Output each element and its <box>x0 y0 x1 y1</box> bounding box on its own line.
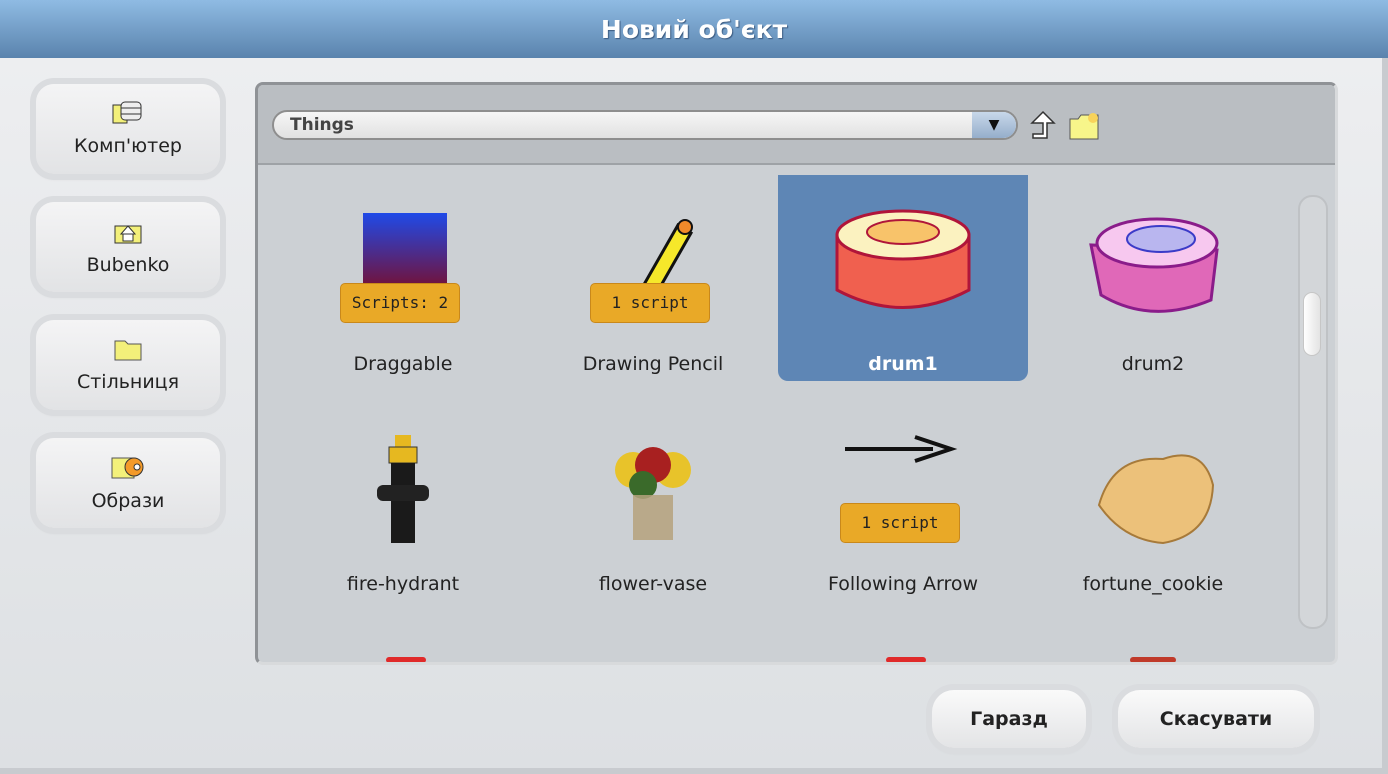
partial-thumbnail <box>1130 657 1176 662</box>
folder-select[interactable]: Things ▼ <box>272 110 1018 140</box>
sprite-label: Draggable <box>353 353 453 375</box>
sprite-item-draggable[interactable]: Scripts: 2 Draggable <box>278 175 528 381</box>
dialog-title-bar: Новий об'єкт <box>0 0 1388 58</box>
parent-folder-icon[interactable] <box>1030 110 1056 142</box>
sidebar-item-label: Bubenko <box>86 254 170 276</box>
folder-icon <box>114 340 142 361</box>
sprite-label: fortune_cookie <box>1082 573 1224 595</box>
arrow-thumbnail <box>845 435 958 463</box>
scripts-badge: 1 script <box>590 283 710 323</box>
chevron-down-icon[interactable]: ▼ <box>972 112 1016 138</box>
partial-thumbnail <box>886 657 926 662</box>
folder-select-value: Things <box>290 115 354 135</box>
drum1-thumbnail <box>835 209 971 309</box>
sprites-icon <box>111 457 144 479</box>
sprite-label: drum2 <box>1121 353 1185 375</box>
scripts-badge: 1 script <box>840 503 960 543</box>
home-icon <box>114 225 142 244</box>
file-browser: Things ▼ Scripts: 2 Draggable 1 script Dr… <box>255 82 1338 665</box>
sprite-label: Drawing Pencil <box>582 353 724 375</box>
sprite-label: fire-hydrant <box>346 573 460 595</box>
sprite-label: Following Arrow <box>827 573 979 595</box>
sprite-item-fortune-cookie[interactable]: fortune_cookie <box>1028 395 1278 601</box>
dialog-title: Новий об'єкт <box>600 14 788 44</box>
sidebar-item-computer[interactable]: Комп'ютер <box>36 84 220 174</box>
sidebar-item-desktop[interactable]: Стільниця <box>36 320 220 410</box>
fire-hydrant-thumbnail <box>377 435 429 543</box>
sidebar-item-sprites[interactable]: Образи <box>36 438 220 528</box>
sprite-item-flower-vase[interactable]: flower-vase <box>528 395 778 601</box>
sidebar-item-label: Образи <box>91 490 165 512</box>
browser-toolbar: Things ▼ <box>258 85 1335 165</box>
sprite-label: flower-vase <box>598 573 708 595</box>
sprite-item-drum2[interactable]: drum2 <box>1028 175 1278 381</box>
partial-thumbnail <box>386 657 426 662</box>
computer-icon <box>112 101 142 124</box>
sidebar-item-label: Комп'ютер <box>74 135 182 157</box>
sidebar-item-home[interactable]: Bubenko <box>36 202 220 292</box>
sprite-label: drum1 <box>868 353 938 375</box>
sprite-item-drum1[interactable]: drum1 <box>778 175 1028 381</box>
ok-button[interactable]: Гаразд <box>932 690 1086 748</box>
scrollbar-thumb[interactable] <box>1303 292 1321 356</box>
sprite-item-following-arrow[interactable]: 1 script Following Arrow <box>778 395 1028 601</box>
new-folder-icon[interactable] <box>1068 111 1100 141</box>
sprite-item-drawing-pencil[interactable]: 1 script Drawing Pencil <box>528 175 778 381</box>
cancel-button[interactable]: Скасувати <box>1118 690 1314 748</box>
scripts-badge: Scripts: 2 <box>340 283 460 323</box>
fortune-cookie-thumbnail <box>1097 454 1215 545</box>
vertical-scrollbar[interactable] <box>1298 195 1328 629</box>
sidebar-item-label: Стільниця <box>76 371 180 393</box>
flower-vase-thumbnail <box>615 447 691 540</box>
drum2-thumbnail <box>1089 217 1219 313</box>
sprite-item-fire-hydrant[interactable]: fire-hydrant <box>278 395 528 601</box>
